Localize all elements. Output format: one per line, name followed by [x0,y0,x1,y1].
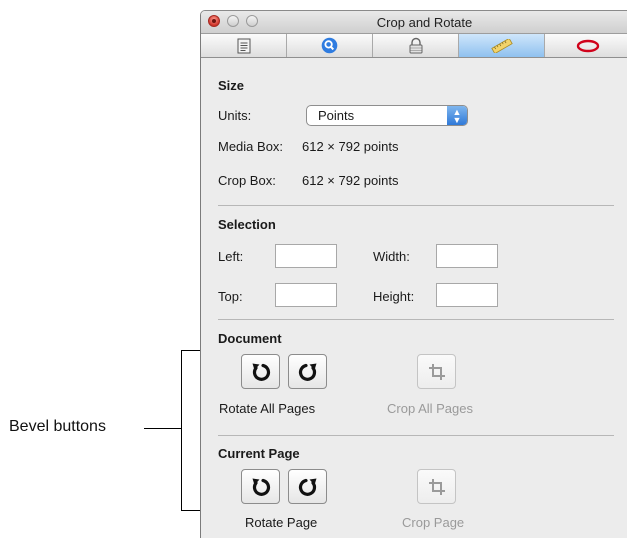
units-popup[interactable]: Points ▲ ▼ [306,105,468,126]
tab-crop-rotate[interactable] [459,34,545,57]
top-field[interactable] [275,283,337,307]
crop-icon [428,363,445,380]
document-separator [218,435,614,436]
rotate-counterclockwise-icon [252,478,270,496]
inspector-toolbar [201,34,627,58]
crop-page-caption: Crop Page [402,515,465,530]
callout-bracket-vertical [181,350,182,511]
crop-page-button[interactable] [417,469,456,504]
rotate-counterclockwise-icon [252,363,270,381]
current-page-section-title: Current Page [218,446,300,461]
callout-label: Bevel buttons [9,418,106,435]
selection-separator [218,319,614,320]
size-section-title: Size [218,78,245,93]
rotate-clockwise-icon [298,478,316,496]
rotate-all-pages-caption: Rotate All Pages [219,401,316,416]
popup-arrows-icon: ▲ ▼ [447,106,467,125]
rotate-clockwise-icon [298,363,316,381]
tab-search[interactable] [287,34,373,57]
top-label: Top: [218,289,243,304]
crop-box-label: Crop Box: [218,173,276,188]
units-popup-value: Points [318,108,355,123]
width-label: Width: [373,249,410,264]
width-field[interactable] [436,244,498,268]
rotate-all-right-button[interactable] [288,354,327,389]
window-title: Crop and Rotate [376,15,473,30]
rotate-page-right-button[interactable] [288,469,327,504]
rotate-page-left-button[interactable] [241,469,280,504]
tab-annotations[interactable] [545,34,627,57]
tab-info[interactable] [201,34,287,57]
inspector-content: Size Units: Points ▲ ▼ Media Box: 612 × 7… [201,58,627,538]
lock-icon [409,37,422,54]
media-box-label: Media Box: [218,139,284,154]
document-section-title: Document [218,331,282,346]
media-box-value: 612 × 792 points [302,139,399,154]
crop-box-value: 612 × 792 points [302,173,399,188]
height-label: Height: [373,289,415,304]
units-label: Units: [218,108,252,123]
crop-all-pages-button[interactable] [417,354,456,389]
selection-section-title: Selection [218,217,276,232]
left-label: Left: [218,249,244,264]
oval-annotation-icon [576,39,600,52]
title-bar[interactable]: Crop and Rotate [201,11,627,34]
ruler-icon [490,38,513,53]
callout-leader-line [144,428,182,429]
size-separator [218,205,614,206]
tab-encryption[interactable] [373,34,459,57]
left-field[interactable] [275,244,337,268]
crop-rotate-window: Crop and Rotate Size Units: Points ▲ ▼ M… [200,10,627,538]
rotate-all-left-button[interactable] [241,354,280,389]
crop-all-pages-caption: Crop All Pages [387,401,473,416]
document-icon [237,38,250,53]
height-field[interactable] [436,283,498,307]
crop-icon [428,478,445,495]
magnifier-icon [321,37,338,54]
rotate-page-caption: Rotate Page [245,515,318,530]
